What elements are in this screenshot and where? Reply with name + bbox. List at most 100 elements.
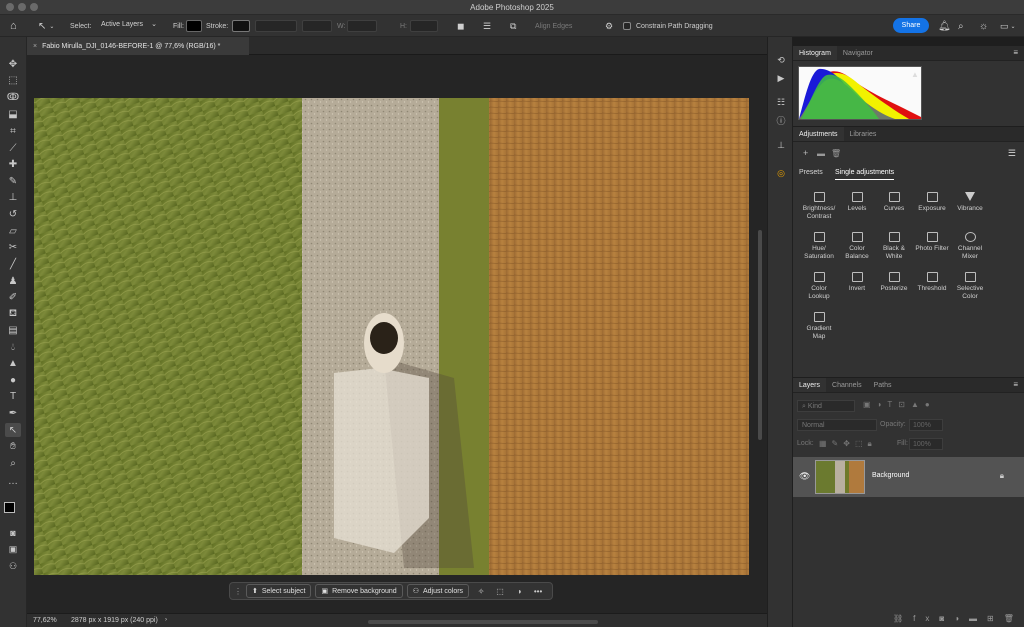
remove-tool-icon[interactable]: ✂ [5,240,21,254]
extras-icon[interactable]: ⚇ [5,559,21,573]
healing-brush-tool-icon[interactable]: ✚ [5,157,21,171]
height-field[interactable] [410,20,438,32]
layer-filter-kind[interactable]: ⌕ Kind [797,400,855,412]
tab-channels[interactable]: Channels [826,378,868,392]
constrain-path-checkbox[interactable] [623,22,631,30]
blend-mode-dropdown[interactable]: Normal [797,419,877,431]
stamp-tool-icon[interactable]: ♟ [5,274,21,288]
sharpen-tool-icon[interactable]: ▲ [5,356,21,370]
warning-icon[interactable]: ▲ [911,70,919,79]
hand-tool-icon[interactable]: ✋︎ [5,439,21,453]
share-button[interactable]: Share [893,18,929,33]
select-dropdown[interactable]: Active Layers ⌄ [97,20,159,32]
folder-icon[interactable]: ▬ [817,149,825,158]
adjust-colors-button[interactable]: ⚇ Adjust colors [406,584,470,598]
adj-vibrance[interactable]: Vibrance [948,192,992,213]
add-preset-icon[interactable]: + [803,148,808,158]
quick-mask-icon[interactable]: ◙ [5,526,21,540]
adj-channel-mixer[interactable]: Channel Mixer [948,232,992,261]
visibility-eye-icon[interactable]: 👁︎ [799,471,810,482]
half-circle-icon[interactable]: ◑ [512,584,526,598]
tab-paths[interactable]: Paths [868,378,898,392]
eyedropper-tool-icon[interactable]: ⟋ [5,141,21,155]
search-icon[interactable]: ⌕ [958,15,964,37]
drag-handle-icon[interactable]: ⋮ [234,587,242,596]
close-tab-icon[interactable]: × [33,43,37,50]
tab-navigator[interactable]: Navigator [837,46,879,60]
dodge-tool-icon[interactable]: ● [5,373,21,387]
paths-panel-icon[interactable]: ⊥ [774,138,788,152]
chevron-right-icon[interactable]: › [165,617,167,623]
gradient-tool-icon[interactable]: ▤ [5,323,21,337]
zoom-tool-icon[interactable]: ⌕ [5,456,21,470]
subtab-single-adjustments[interactable]: Single adjustments [835,169,895,180]
lightbulb-icon[interactable]: ☼ [979,15,988,37]
zoom-level[interactable]: 77,62% [33,617,57,624]
type-tool-icon[interactable]: T [5,389,21,403]
eraser-tool-icon[interactable]: ▱ [5,224,21,238]
tool-preset-picker[interactable]: ↖ ⌄ [38,15,54,37]
brush-alt-tool-icon[interactable]: ╱ [5,257,21,271]
fill-swatch[interactable] [186,20,202,32]
list-view-icon[interactable]: ☰ [1008,148,1016,159]
select-subject-button[interactable]: ⬆ Select subject [246,584,312,598]
foreground-color-swatch[interactable] [4,502,15,513]
trash-icon[interactable]: 🗑︎ [831,149,841,158]
blur-tool-icon[interactable]: 💧︎ [5,340,21,354]
screen-mode-icon[interactable]: ▣ [5,542,21,556]
layer-filter-icons[interactable]: ▣◑T⊡▲● [863,400,936,409]
path-arrangement-icon[interactable]: ⧉ [510,15,516,37]
gear-icon[interactable]: ⚙ [605,15,613,37]
adj-selective-color[interactable]: Selective Color [948,272,992,301]
workspace-icon[interactable]: ▭ ⌄ [1000,15,1016,37]
path-selection-tool-icon[interactable]: ↖ [5,423,21,437]
lock-icons[interactable]: ▦✎✥⬚🔒︎ [819,439,877,449]
stroke-swatch[interactable] [232,20,250,32]
marquee-tool-icon[interactable]: ⬚ [5,73,21,87]
fill-field[interactable]: 100% [909,438,943,450]
path-operations-icon[interactable]: ◼ [457,15,464,37]
layers-menu-icon[interactable]: ≡ [1013,380,1018,389]
layer-background[interactable]: 👁︎ Background 🔒︎ [793,457,1024,497]
path-alignment-icon[interactable]: ☰ [483,15,491,37]
bell-icon[interactable]: 🔔︎ [938,15,951,37]
more-options-icon[interactable]: ••• [531,584,545,598]
tab-layers[interactable]: Layers [793,378,827,392]
stroke-width-field[interactable] [255,20,297,32]
adj-gradient-map[interactable]: Gradient Map [797,312,841,341]
tab-histogram[interactable]: Histogram [793,46,837,60]
paint-tool-icon[interactable]: ✐ [5,290,21,304]
sparkle-icon[interactable]: ✧ [474,584,488,598]
info-icon[interactable]: ⓘ [774,113,788,127]
properties-icon[interactable]: ☷ [774,95,788,109]
object-selection-tool-icon[interactable]: ⬓ [5,107,21,121]
more-tools-icon[interactable]: … [5,474,21,488]
bucket-tool-icon[interactable]: ⛾ [5,307,21,321]
play-icon[interactable]: ▶ [774,71,788,85]
history-icon[interactable]: ⟲ [774,53,788,67]
crop-tool-icon[interactable]: ⌗ [5,124,21,138]
transform-icon[interactable]: ⬚ [493,584,507,598]
home-icon[interactable]: ⌂ [10,15,17,37]
tab-adjustments[interactable]: Adjustments [793,127,844,141]
move-tool-icon[interactable]: ✥ [5,57,21,71]
brush-tool-icon[interactable]: ✎ [5,174,21,188]
lock-icon[interactable]: 🔒︎ [1000,471,1004,481]
clone-stamp-tool-icon[interactable]: ⊥ [5,190,21,204]
stroke-type-dropdown[interactable] [302,20,332,32]
history-brush-tool-icon[interactable]: ↺ [5,207,21,221]
width-field[interactable] [347,20,377,32]
canvas-image[interactable] [34,98,749,575]
pen-tool-icon[interactable]: ✒ [5,406,21,420]
horizontal-scrollbar[interactable] [368,620,598,624]
subtab-presets[interactable]: Presets [799,169,823,176]
document-tab[interactable]: × Fabio Mirulla_DJI_0146-BEFORE-1 @ 77,6… [27,37,249,55]
document-info[interactable]: 2878 px x 1919 px (240 ppi) [71,617,158,624]
lasso-tool-icon[interactable]: ↂ [5,90,21,104]
opacity-field[interactable]: 100% [909,419,943,431]
tab-libraries[interactable]: Libraries [844,127,883,141]
remove-background-button[interactable]: ▣ Remove background [315,584,403,598]
panel-menu-icon[interactable]: ≡ [1013,48,1018,57]
vertical-scrollbar[interactable] [758,230,762,440]
layer-actions-bar[interactable]: ⛓fx◙◑▬⊞🗑︎ [893,614,1024,623]
